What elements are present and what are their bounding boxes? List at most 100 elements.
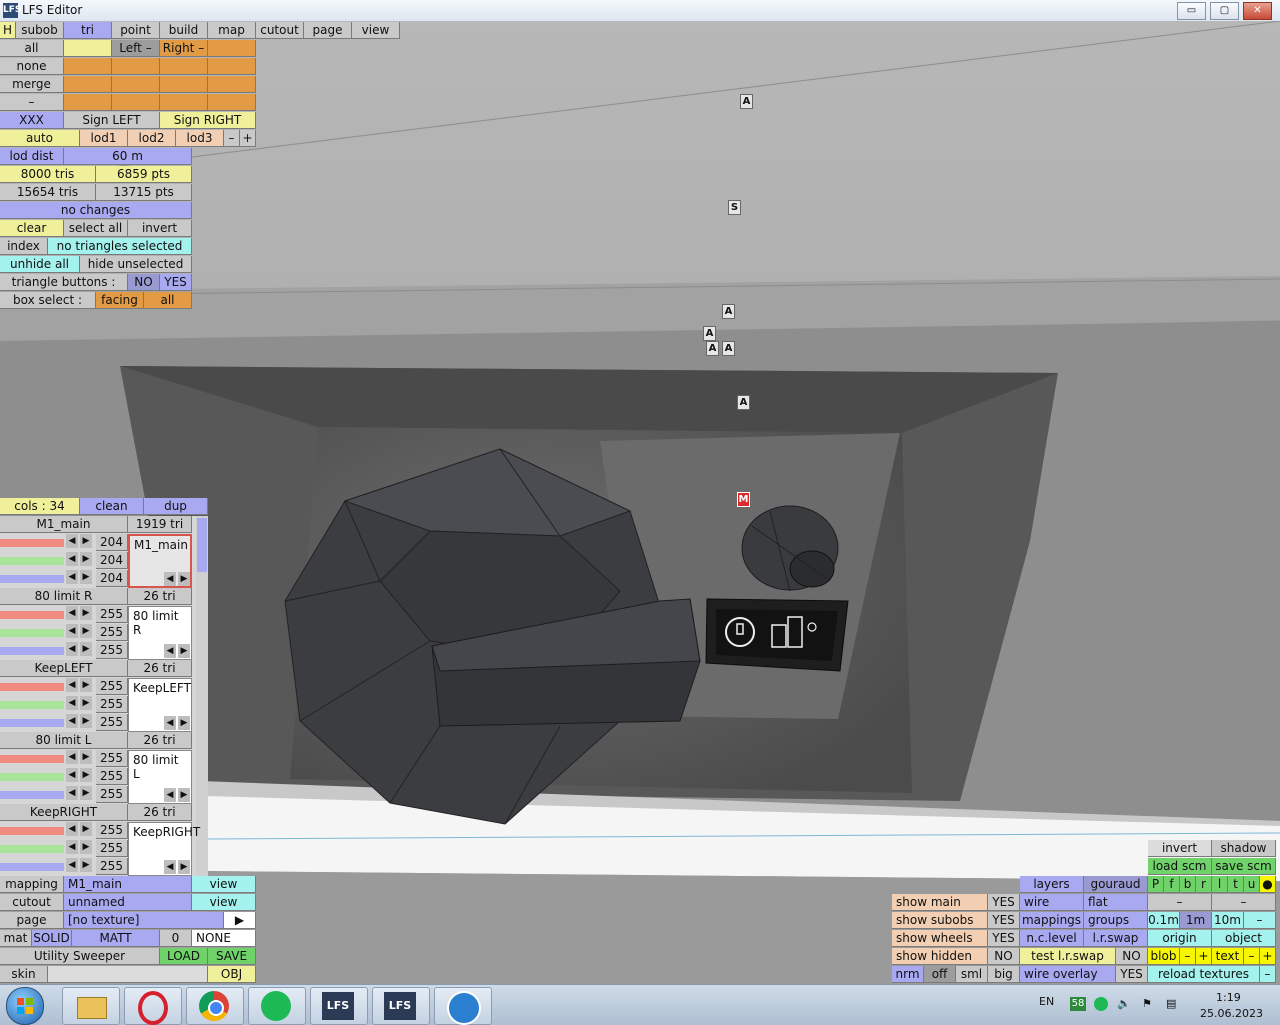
color-value[interactable]: 255 [96, 678, 128, 695]
arrow-right-icon[interactable]: ▶ [80, 822, 92, 836]
flag-button[interactable]: r [1196, 876, 1212, 893]
show-main-toggle[interactable]: YES [988, 894, 1020, 911]
arrow-right-icon[interactable]: ▶ [80, 534, 92, 548]
preview-right-icon[interactable]: ▶ [178, 572, 190, 586]
material-name[interactable]: KeepRIGHT [0, 804, 128, 821]
volume-icon[interactable]: 🔈 [1117, 997, 1131, 1011]
box-all-button[interactable]: all [144, 292, 192, 309]
left-button[interactable]: Left – [112, 40, 160, 57]
color-value[interactable]: 255 [96, 750, 128, 767]
arrow-left-icon[interactable]: ◀ [66, 750, 78, 764]
slot-orange[interactable] [160, 94, 208, 111]
color-slider[interactable] [0, 629, 64, 637]
arrow-right-icon[interactable]: ▶ [80, 840, 92, 854]
show-subobs-toggle[interactable]: YES [988, 912, 1020, 929]
dist-10-button[interactable]: 10m [1212, 912, 1244, 929]
arrow-right-icon[interactable]: ▶ [80, 750, 92, 764]
obj-button[interactable]: OBJ [208, 966, 256, 983]
tab-tri[interactable]: tri [64, 22, 112, 39]
color-value[interactable]: 255 [96, 822, 128, 839]
network-icon[interactable]: ▤ [1166, 997, 1180, 1011]
tray-badge[interactable]: 58 [1070, 997, 1086, 1011]
test-lr-swap-toggle[interactable]: NO [1116, 948, 1148, 965]
layers-button[interactable]: layers [1020, 876, 1084, 893]
slot-orange[interactable] [208, 40, 256, 57]
chrome-icon[interactable] [186, 987, 244, 1025]
color-slider[interactable] [0, 845, 64, 853]
tab-build[interactable]: build [160, 22, 208, 39]
color-slider[interactable] [0, 863, 64, 871]
off-button[interactable]: off [924, 966, 956, 983]
slot-orange[interactable] [64, 94, 112, 111]
shadow-button[interactable]: shadow [1212, 840, 1276, 857]
nrm-button[interactable]: nrm [892, 966, 924, 983]
dash-button-1[interactable]: – [1148, 894, 1212, 911]
color-value[interactable]: 255 [96, 696, 128, 713]
mat-solid-button[interactable]: SOLID [32, 930, 72, 947]
file-explorer-icon[interactable] [62, 987, 120, 1025]
load-scm-button[interactable]: load scm [1148, 858, 1212, 875]
sign-right-button[interactable]: Sign RIGHT [160, 112, 256, 129]
slot-orange[interactable] [208, 94, 256, 111]
clean-button[interactable]: clean [80, 498, 144, 515]
pinned-app-icon[interactable] [434, 987, 492, 1025]
reload-textures-button[interactable]: reload textures [1148, 966, 1260, 983]
flag-button[interactable]: P [1148, 876, 1164, 893]
mapping-view-button[interactable]: view [192, 876, 256, 893]
arrow-left-icon[interactable]: ◀ [66, 552, 78, 566]
clear-button[interactable]: clear [0, 220, 64, 237]
arrow-right-icon[interactable]: ▶ [80, 786, 92, 800]
preview-right-icon[interactable]: ▶ [178, 788, 190, 802]
color-value[interactable]: 255 [96, 768, 128, 785]
marker-a-1[interactable]: A [740, 94, 753, 109]
tab-cutout[interactable]: cutout [256, 22, 304, 39]
sml-button[interactable]: sml [956, 966, 988, 983]
slot-orange[interactable] [112, 58, 160, 75]
opera-icon[interactable] [124, 987, 182, 1025]
dist-minus-button[interactable]: – [1244, 912, 1276, 929]
triangle-buttons-yes[interactable]: YES [160, 274, 192, 291]
marker-a-3[interactable]: A [703, 326, 716, 341]
arrow-right-icon[interactable]: ▶ [80, 768, 92, 782]
color-slider[interactable] [0, 539, 64, 547]
arrow-left-icon[interactable]: ◀ [66, 768, 78, 782]
select-none-button[interactable]: none [0, 58, 64, 75]
preview-left-icon[interactable]: ◀ [164, 644, 176, 658]
material-name[interactable]: M1_main [0, 516, 128, 533]
cutout-value[interactable]: unnamed [64, 894, 192, 911]
material-name[interactable]: 80 limit L [0, 732, 128, 749]
lod-auto-button[interactable]: auto [0, 130, 80, 147]
slot-orange[interactable] [208, 76, 256, 93]
color-value[interactable]: 255 [96, 714, 128, 731]
load-object-button[interactable]: LOAD [160, 948, 208, 965]
origin-button[interactable]: origin [1148, 930, 1212, 947]
color-slider[interactable] [0, 755, 64, 763]
color-value[interactable]: 255 [96, 642, 128, 659]
marker-a-6[interactable]: A [737, 395, 750, 410]
select-all-button[interactable]: all [0, 40, 64, 57]
color-value[interactable]: 204 [96, 570, 128, 587]
arrow-left-icon[interactable]: ◀ [66, 714, 78, 728]
slot-orange[interactable] [160, 76, 208, 93]
arrow-left-icon[interactable]: ◀ [66, 822, 78, 836]
tab-map[interactable]: map [208, 22, 256, 39]
material-name[interactable]: KeepLEFT [0, 660, 128, 677]
arrow-left-icon[interactable]: ◀ [66, 696, 78, 710]
arrow-right-icon[interactable]: ▶ [80, 552, 92, 566]
arrow-right-icon[interactable]: ▶ [80, 624, 92, 638]
windows-start-icon[interactable] [6, 987, 44, 1025]
tab-h[interactable]: H [0, 22, 16, 39]
flag-icon[interactable]: ⚑ [1142, 997, 1156, 1011]
text-minus-button[interactable]: – [1244, 948, 1260, 965]
lod-minus-button[interactable]: – [224, 130, 240, 147]
maximize-button[interactable]: ▢ [1210, 2, 1239, 20]
facing-button[interactable]: facing [96, 292, 144, 309]
unhide-all-button[interactable]: unhide all [0, 256, 80, 273]
invert-selection-button[interactable]: invert [128, 220, 192, 237]
color-slider[interactable] [0, 827, 64, 835]
arrow-left-icon[interactable]: ◀ [66, 624, 78, 638]
mat-zero-value[interactable]: 0 [160, 930, 192, 947]
preview-left-icon[interactable]: ◀ [164, 716, 176, 730]
lfs-icon[interactable]: LFS [310, 987, 368, 1025]
text-plus-button[interactable]: + [1260, 948, 1276, 965]
